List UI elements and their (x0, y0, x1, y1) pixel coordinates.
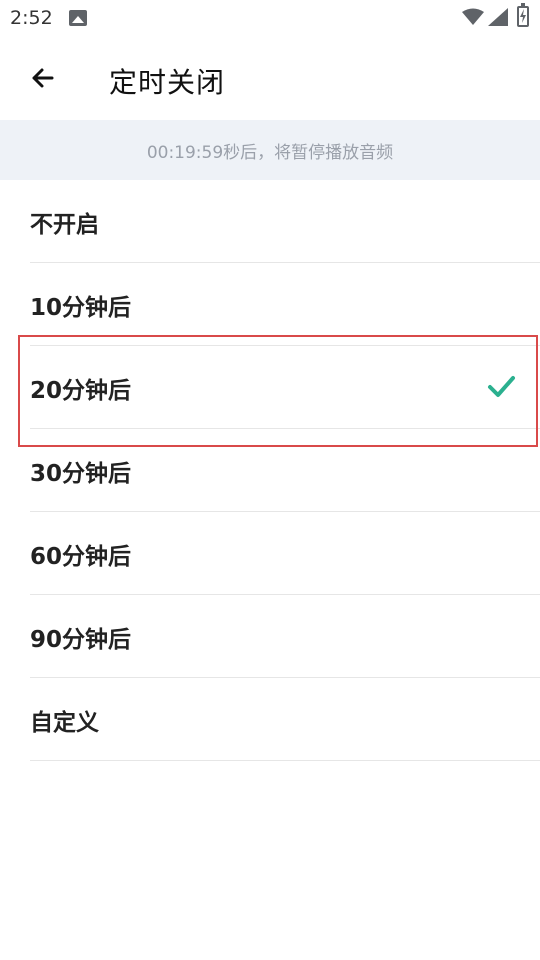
option-20-min[interactable]: 20分钟后 (30, 346, 540, 429)
option-custom[interactable]: 自定义 (30, 678, 540, 761)
option-label: 不开启 (30, 212, 99, 238)
image-icon (69, 10, 87, 26)
wifi-icon (462, 8, 484, 25)
option-label: 自定义 (30, 710, 99, 736)
battery-icon (517, 3, 529, 27)
option-off[interactable]: 不开启 (30, 180, 540, 263)
timer-option-list: 不开启 10分钟后 20分钟后 30分钟后 60分钟后 90分钟后 自定义 (0, 180, 540, 761)
option-label: 60分钟后 (30, 544, 132, 570)
option-label: 30分钟后 (30, 461, 132, 487)
app-bar: 定时关闭 (0, 36, 540, 120)
status-time: 2:52 (10, 7, 53, 29)
option-30-min[interactable]: 30分钟后 (30, 429, 540, 512)
timer-info-text: 00:19:59秒后，将暂停播放音频 (146, 142, 394, 163)
status-bar: 2:52 (0, 0, 540, 36)
option-label: 90分钟后 (30, 627, 132, 653)
option-90-min[interactable]: 90分钟后 (30, 595, 540, 678)
signal-icon (488, 8, 508, 26)
back-button[interactable] (20, 58, 64, 102)
arrow-left-icon (32, 68, 54, 88)
timer-info-banner: 00:19:59秒后，将暂停播放音频 (0, 120, 540, 180)
option-label: 10分钟后 (30, 295, 132, 321)
option-label: 20分钟后 (30, 378, 132, 404)
check-icon (488, 376, 515, 397)
page-title: 定时关闭 (109, 66, 226, 99)
option-60-min[interactable]: 60分钟后 (30, 512, 540, 595)
option-10-min[interactable]: 10分钟后 (30, 263, 540, 346)
